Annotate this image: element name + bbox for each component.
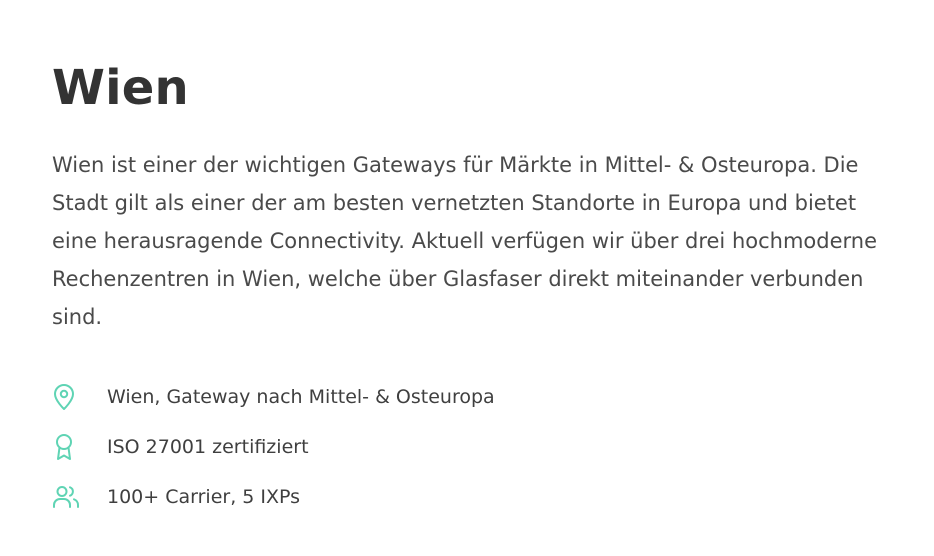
feature-text-certification: ISO 27001 zertifiziert	[107, 436, 309, 458]
feature-item-certification: ISO 27001 zertifiziert	[52, 422, 882, 472]
users-icon	[52, 483, 80, 511]
award-badge-icon	[52, 433, 80, 461]
location-description: Wien ist einer der wichtigen Gateways fü…	[52, 153, 878, 329]
feature-item-carriers: 100+ Carrier, 5 IXPs	[52, 472, 882, 522]
location-card: Wien Wien ist einer der wichtigen Gatewa…	[0, 0, 934, 556]
feature-item-location: Wien, Gateway nach Mittel- & Osteuropa	[52, 372, 882, 422]
location-pin-icon	[52, 383, 80, 411]
page-title: Wien	[52, 60, 189, 116]
feature-list: Wien, Gateway nach Mittel- & Osteuropa I…	[52, 372, 882, 522]
feature-text-location: Wien, Gateway nach Mittel- & Osteuropa	[107, 386, 495, 408]
feature-text-carriers: 100+ Carrier, 5 IXPs	[107, 486, 301, 508]
